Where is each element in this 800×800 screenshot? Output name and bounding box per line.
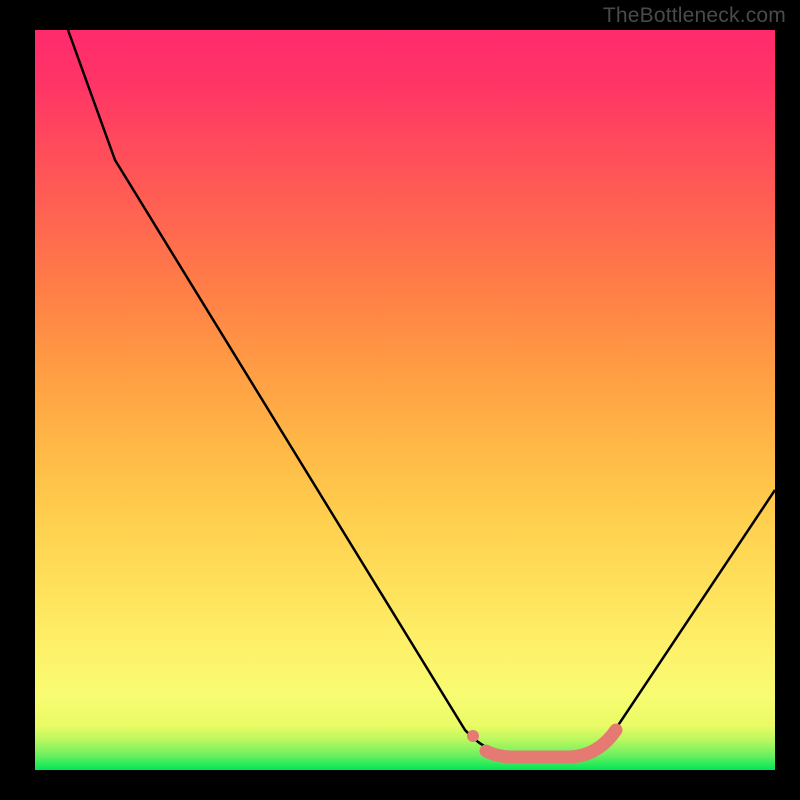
watermark-text: TheBottleneck.com — [603, 4, 786, 28]
curve-line — [68, 30, 775, 755]
valley-marker-dot — [467, 730, 479, 742]
bottleneck-curve — [35, 30, 775, 770]
chart-container: TheBottleneck.com — [0, 0, 800, 800]
plot-area — [35, 30, 775, 770]
valley-marker-flat — [486, 730, 616, 757]
